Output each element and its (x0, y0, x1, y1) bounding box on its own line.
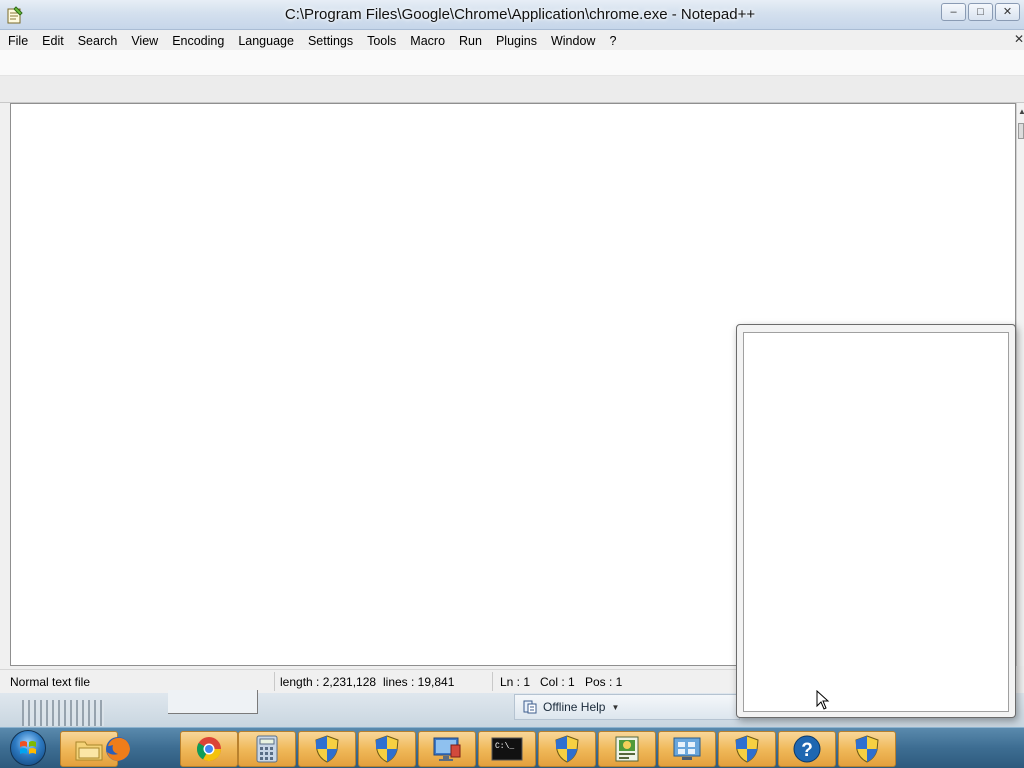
offline-help-button[interactable]: Offline Help ▼ (514, 694, 740, 720)
menu-settings[interactable]: Settings (301, 34, 360, 48)
menu-view[interactable]: View (124, 34, 165, 48)
taskbar-uac-app-3[interactable] (538, 731, 596, 767)
menu-language[interactable]: Language (231, 34, 301, 48)
tab-bar (0, 76, 1024, 103)
chrome-icon (196, 737, 221, 762)
taskbar-remote-desktop[interactable] (418, 731, 476, 767)
minimize-button[interactable]: – (941, 3, 966, 21)
calculator-icon (256, 735, 278, 763)
menu-encoding[interactable]: Encoding (165, 34, 231, 48)
firefox-icon (106, 737, 130, 761)
taskbar-uac-app-1[interactable] (298, 731, 356, 767)
title-bar[interactable]: C:\Program Files\Google\Chrome\Applicati… (0, 0, 1024, 30)
menu-tools[interactable]: Tools (360, 34, 403, 48)
taskbar-command-prompt[interactable]: C:\_ (478, 731, 536, 767)
taskbar-help[interactable]: ? (778, 731, 836, 767)
status-bar: Normal text file length : 2,231,128 line… (0, 669, 740, 693)
command-prompt-icon: C:\_ (491, 737, 523, 761)
start-button[interactable] (10, 730, 46, 766)
taskbar-control-panel-app[interactable] (598, 731, 656, 767)
menu-search[interactable]: Search (71, 34, 125, 48)
menu-macro[interactable]: Macro (403, 34, 452, 48)
background-window-edge (168, 690, 258, 714)
toolbar (0, 50, 1024, 76)
taskbar: C:\_ ? (0, 727, 1024, 768)
status-line-number: Ln : 1 (500, 675, 531, 689)
status-separator (492, 672, 493, 691)
menu-window[interactable]: Window (544, 34, 602, 48)
background-window-fragment (22, 700, 104, 726)
menu-file[interactable]: File (0, 34, 35, 48)
maximize-button[interactable]: □ (968, 3, 993, 21)
uac-shield-icon (555, 735, 579, 763)
taskbar-network-settings[interactable] (658, 731, 716, 767)
network-icon (673, 737, 701, 760)
menu-bar: File Edit Search View Encoding Language … (0, 31, 1024, 50)
menu-edit[interactable]: Edit (35, 34, 71, 48)
window-title: C:\Program Files\Google\Chrome\Applicati… (284, 6, 756, 23)
taskbar-chrome[interactable] (180, 731, 238, 767)
svg-text:?: ? (801, 740, 813, 761)
uac-shield-icon (735, 735, 759, 763)
status-file-type: Normal text file (10, 675, 91, 689)
cmd-text: C:\_ (495, 742, 514, 751)
mouse-cursor-icon (816, 690, 830, 710)
status-column: Col : 1 (540, 675, 575, 689)
taskbar-calculator[interactable] (238, 731, 296, 767)
windows-logo-icon (20, 741, 36, 754)
status-separator (274, 672, 275, 691)
scroll-up-arrow-icon[interactable]: ▲ (1018, 107, 1024, 116)
close-document-icon[interactable]: ✕ (1014, 32, 1024, 46)
scrollbar-thumb[interactable] (1018, 123, 1024, 139)
window-controls: – □ ✕ (941, 3, 1020, 21)
help-document-icon (523, 700, 537, 714)
menu-run[interactable]: Run (452, 34, 489, 48)
vertical-scrollbar[interactable]: ▲ (1016, 103, 1024, 666)
status-length: length : 2,231,128 (280, 675, 377, 689)
offline-help-label: Offline Help (543, 700, 606, 714)
menu-plugins[interactable]: Plugins (489, 34, 544, 48)
dropdown-arrow-icon[interactable]: ▼ (611, 703, 619, 712)
monitor-icon (433, 737, 461, 761)
status-lines: lines : 19,841 (383, 675, 455, 689)
taskbar-uac-app-2[interactable] (358, 731, 416, 767)
uac-shield-icon (315, 735, 339, 763)
control-panel-icon (615, 736, 639, 762)
uac-shield-icon (855, 735, 879, 763)
close-button[interactable]: ✕ (995, 3, 1020, 21)
taskbar-firefox[interactable] (100, 731, 136, 767)
popup-content-area[interactable] (743, 332, 1009, 712)
uac-shield-icon (375, 735, 399, 763)
taskbar-uac-app-5[interactable] (838, 731, 896, 767)
status-position: Pos : 1 (585, 675, 623, 689)
popup-window[interactable] (736, 324, 1016, 718)
help-question-icon: ? (793, 735, 821, 763)
taskbar-uac-app-4[interactable] (718, 731, 776, 767)
menu-help[interactable]: ? (602, 34, 623, 48)
